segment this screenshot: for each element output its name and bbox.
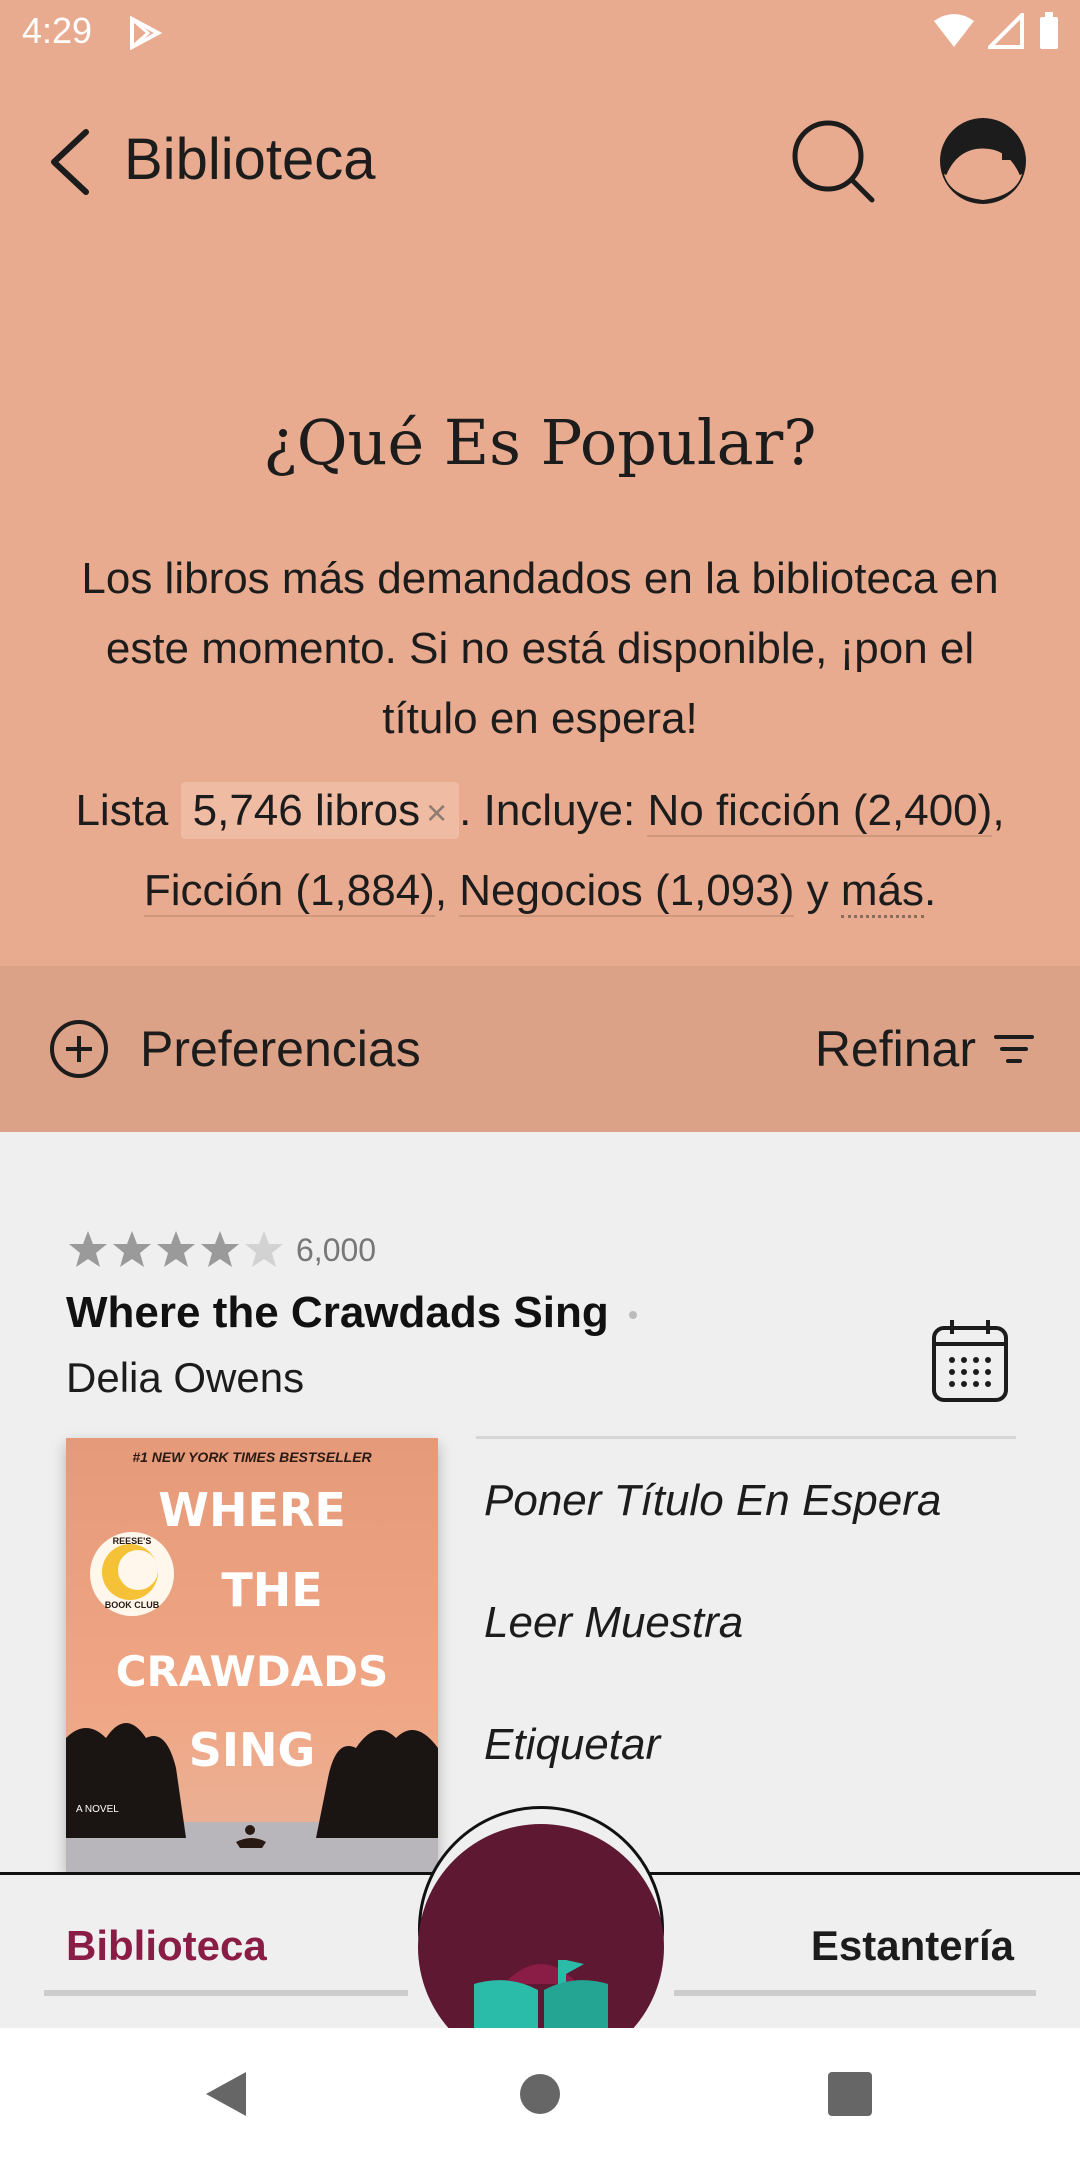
wifi-icon [934, 14, 974, 47]
calendar-icon [932, 1320, 1008, 1402]
close-icon[interactable]: × [426, 792, 447, 833]
includes-prefix: . Incluye: [459, 786, 636, 835]
calendar-button[interactable] [930, 1318, 1010, 1404]
book-title-text: Where the Crawdads Sing [66, 1288, 609, 1337]
book-club-badge: REESE'S BOOK CLUB [90, 1532, 174, 1616]
tab-library[interactable]: Biblioteca [66, 1922, 267, 1970]
book-author[interactable]: Delia Owens [66, 1354, 304, 1402]
refine-label: Refinar [814, 1021, 976, 1077]
cover-art: #1 NEW YORK TIMES BESTSELLER WHERE THE C… [66, 1438, 438, 1872]
category-link-fiction[interactable]: Ficción (1,884) [143, 866, 435, 917]
book-list: 6,000 Where the Crawdads Sing Delia Owen… [0, 1132, 1080, 1872]
badge-bottom-text: BOOK CLUB [105, 1600, 160, 1610]
more-link[interactable]: más [840, 866, 924, 918]
cover-title-line-2: THE [221, 1563, 322, 1617]
cover-title-line-4: SING [189, 1723, 316, 1777]
back-button[interactable] [40, 116, 100, 206]
cover-title-line-3: CRAWDADS [116, 1647, 389, 1696]
hold-button[interactable]: Poner Título En Espera [484, 1476, 941, 1526]
search-icon [792, 120, 875, 203]
library-card-icon [940, 118, 1026, 204]
badge-top-text: REESE'S [113, 1536, 152, 1546]
book-cover[interactable]: #1 NEW YORK TIMES BESTSELLER WHERE THE C… [66, 1438, 438, 1872]
app-title: Biblioteca [124, 127, 376, 192]
filter-bar: Preferencias Refinar [0, 966, 1080, 1132]
back-arrow-icon [51, 129, 89, 195]
system-home-icon[interactable] [504, 2058, 576, 2130]
tag-button[interactable]: Etiquetar [484, 1720, 660, 1770]
signal-icon [988, 13, 1024, 49]
cover-footer: A NOVEL [76, 1804, 119, 1815]
category-link-nonfiction[interactable]: No ficción (2,400) [647, 786, 993, 837]
status-icons [934, 12, 1060, 50]
account-button[interactable] [936, 114, 1030, 208]
status-time: 4:29 [22, 10, 93, 51]
system-back-icon[interactable] [192, 2058, 264, 2130]
list-chip[interactable]: 5,746 libros × [180, 782, 460, 839]
system-recents-icon[interactable] [814, 2058, 886, 2130]
battery-icon [1040, 12, 1058, 49]
rating: 6,000 [66, 1228, 376, 1272]
rating-count: 6,000 [296, 1231, 377, 1268]
list-prefix: Lista [75, 786, 169, 835]
actions-divider [476, 1436, 1016, 1439]
preferences-label: Preferencias [140, 1021, 421, 1077]
tab-shelf[interactable]: Estantería [811, 1922, 1014, 1970]
book-title[interactable]: Where the Crawdads Sing [66, 1288, 637, 1338]
search-button[interactable] [786, 114, 882, 210]
tab-shelf-underline [674, 1990, 1036, 1996]
cover-banner: #1 NEW YORK TIMES BESTSELLER [132, 1449, 372, 1465]
system-nav-bar [0, 2028, 1080, 2160]
read-sample-button[interactable]: Leer Muestra [484, 1598, 743, 1648]
list-chip-label: 5,746 libros [192, 786, 421, 835]
list-summary: Lista 5,746 libros ×. Incluye: No ficción… [0, 772, 1080, 930]
tab-library-underline [44, 1990, 408, 1996]
status-bar: 4:29 [0, 0, 1080, 66]
cover-title-line-1: WHERE [158, 1483, 346, 1537]
app-bar: Biblioteca [0, 66, 1080, 256]
play-store-icon [130, 16, 162, 50]
header: Biblioteca ¿Qué Es Popular? Los libros m… [0, 66, 1080, 966]
refine-button[interactable]: Refinar [815, 1014, 1034, 1084]
title-dot [628, 1311, 637, 1320]
category-link-business[interactable]: Negocios (1,093) [459, 866, 795, 917]
plus-circle-icon [50, 1020, 108, 1078]
page-title: ¿Qué Es Popular? [263, 406, 817, 479]
and-text: y [806, 866, 829, 915]
star-rating-icon [69, 1231, 283, 1267]
preferences-button[interactable]: Preferencias [48, 1014, 421, 1084]
filter-icon [994, 1035, 1034, 1063]
page-description: Los libros más demandados en la bibliote… [81, 554, 999, 743]
